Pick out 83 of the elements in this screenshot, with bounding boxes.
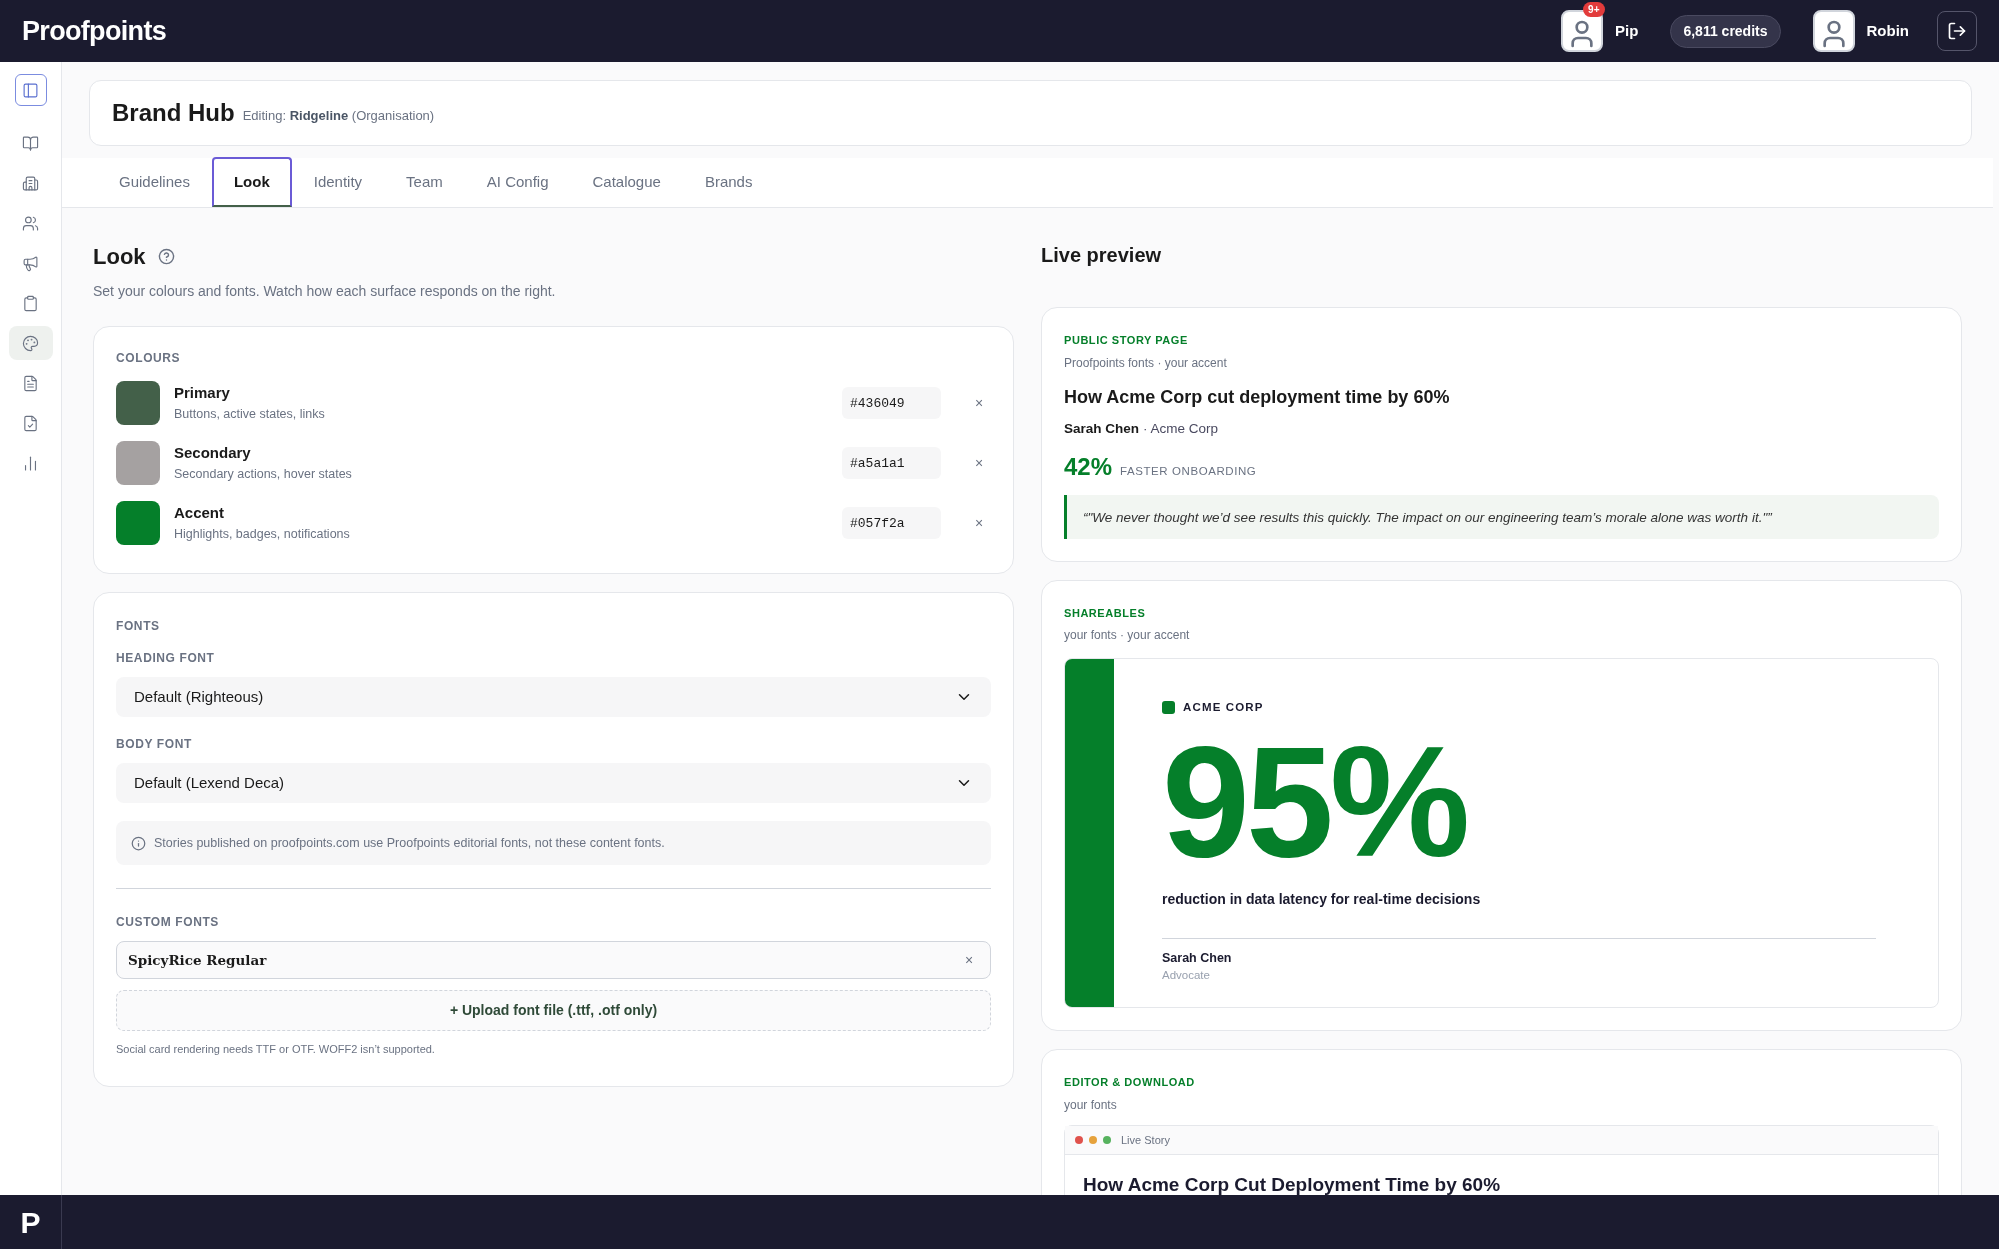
tab[interactable]: Team bbox=[384, 157, 465, 207]
field-label: HEADING FONT bbox=[116, 650, 216, 667]
footer-logo[interactable]: P bbox=[20, 1199, 41, 1245]
megaphone-icon bbox=[22, 254, 39, 272]
remove-button[interactable]: × bbox=[959, 949, 979, 971]
card-heading: CUSTOM FONTS bbox=[116, 914, 220, 931]
info-text: Stories published on proofpoints.com use Proofpoints editorial fonts, not these content fonts. bbox=[154, 834, 665, 852]
clear-button[interactable]: × bbox=[967, 512, 991, 534]
building-icon bbox=[22, 174, 39, 192]
assistant-name[interactable]: Pip bbox=[1615, 19, 1639, 43]
colour-name: Primary bbox=[174, 383, 231, 404]
user-name[interactable]: Robin bbox=[1866, 19, 1909, 43]
hex-input[interactable]: #a5a1a1 bbox=[842, 447, 941, 479]
tab[interactable]: Identity bbox=[291, 157, 385, 207]
notification-badge: 9+ bbox=[1583, 2, 1605, 17]
tab[interactable]: Brands bbox=[682, 157, 775, 207]
hint-text: Social card rendering needs TTF or OTF. WOFF2 isn’t supported. bbox=[116, 1042, 436, 1057]
brand-name: ACME CORP bbox=[1183, 700, 1264, 716]
palette-icon bbox=[22, 334, 39, 352]
credits-badge[interactable]: 6,811 credits bbox=[1670, 14, 1781, 48]
colour-swatch[interactable] bbox=[116, 441, 160, 485]
body-font-select[interactable]: Default (Lexend Deca) bbox=[116, 763, 991, 803]
help-icon[interactable] bbox=[157, 248, 175, 265]
info-icon bbox=[131, 835, 146, 851]
card-label: SHAREABLES bbox=[1064, 605, 1147, 621]
panel-toggle-icon bbox=[22, 81, 39, 99]
colour-description: Highlights, badges, notifications bbox=[174, 525, 350, 543]
tab[interactable]: AI Config bbox=[464, 157, 571, 207]
bar-chart-icon bbox=[22, 454, 39, 472]
hex-input[interactable]: #436049 bbox=[842, 387, 941, 419]
card-label: PUBLIC STORY PAGE bbox=[1064, 333, 1189, 348]
user-avatar bbox=[1812, 10, 1855, 52]
colour-name: Accent bbox=[174, 503, 226, 524]
card-sublabel: Proofpoints fonts · your accent bbox=[1064, 354, 1228, 372]
clear-button[interactable]: × bbox=[967, 392, 991, 414]
editing-context: Editing: Ridgeline (Organisation) bbox=[242, 107, 435, 126]
tab[interactable]: Guidelines bbox=[97, 157, 212, 207]
colour-swatch[interactable] bbox=[116, 381, 160, 425]
brand-square-icon bbox=[1162, 701, 1175, 715]
field-label: BODY FONT bbox=[116, 736, 193, 753]
page-title: Brand Hub bbox=[112, 98, 235, 128]
upload-font-button[interactable]: + Upload font file (.ttf, .otf only) bbox=[116, 990, 991, 1031]
section-subtitle: Set your colours and fonts. Watch how each surface responds on the right. bbox=[93, 282, 557, 301]
colour-name: Secondary bbox=[174, 443, 252, 464]
story-headline: How Acme Corp cut deployment time by 60% bbox=[1064, 385, 1451, 409]
stat-label: FASTER ONBOARDING bbox=[1120, 463, 1257, 479]
card-heading: FONTS bbox=[116, 618, 161, 635]
font-name: SpicyRice Regular bbox=[128, 950, 267, 970]
book-icon bbox=[22, 134, 39, 152]
users-icon bbox=[22, 214, 39, 232]
colour-swatch[interactable] bbox=[116, 501, 160, 545]
window-title: Live Story bbox=[1121, 1132, 1170, 1148]
app-logo[interactable]: Proofpoints bbox=[22, 10, 167, 52]
card-label: EDITOR & DOWNLOAD bbox=[1064, 1075, 1196, 1091]
document-icon bbox=[22, 374, 39, 392]
stat-value: 42% bbox=[1064, 451, 1113, 482]
colour-description: Buttons, active states, links bbox=[174, 405, 325, 423]
quote-text: “"We never thought we’d see results this quickly. The impact on our engineering team’s morale alone was worth it."” bbox=[1083, 509, 1772, 525]
card-heading: COLOURS bbox=[116, 350, 182, 367]
company-name: · Acme Corp bbox=[1143, 419, 1219, 438]
story-headline: How Acme Corp Cut Deployment Time by 60% bbox=[1083, 1173, 1501, 1195]
clipboard-icon bbox=[22, 294, 39, 312]
colour-description: Secondary actions, hover states bbox=[174, 465, 352, 483]
sidebar-item[interactable] bbox=[8, 326, 53, 360]
card-sublabel: your fonts bbox=[1064, 1096, 1118, 1114]
author-name: Sarah Chen bbox=[1064, 419, 1140, 438]
document-check-icon bbox=[22, 414, 39, 432]
window-dots-icon bbox=[1075, 1135, 1111, 1144]
tab[interactable]: Catalogue bbox=[570, 157, 683, 207]
section-title: Live preview bbox=[1041, 243, 1163, 268]
card-sublabel: your fonts · your accent bbox=[1064, 627, 1191, 645]
person-role: Advocate bbox=[1162, 968, 1211, 984]
hex-input[interactable]: #057f2a bbox=[842, 507, 941, 539]
big-stat: 95% bbox=[1162, 720, 1468, 881]
clear-button[interactable]: × bbox=[967, 452, 991, 474]
sidebar-toggle-button[interactable] bbox=[14, 74, 47, 106]
tab[interactable]: Look bbox=[211, 157, 292, 207]
section-title: Look bbox=[93, 243, 146, 271]
logout-button[interactable] bbox=[1937, 11, 1977, 51]
heading-font-select[interactable]: Default (Righteous) bbox=[116, 677, 991, 717]
stat-caption: reduction in data latency for real-time decisions bbox=[1162, 889, 1482, 909]
logout-icon bbox=[1947, 21, 1967, 41]
person-name: Sarah Chen bbox=[1162, 949, 1233, 967]
